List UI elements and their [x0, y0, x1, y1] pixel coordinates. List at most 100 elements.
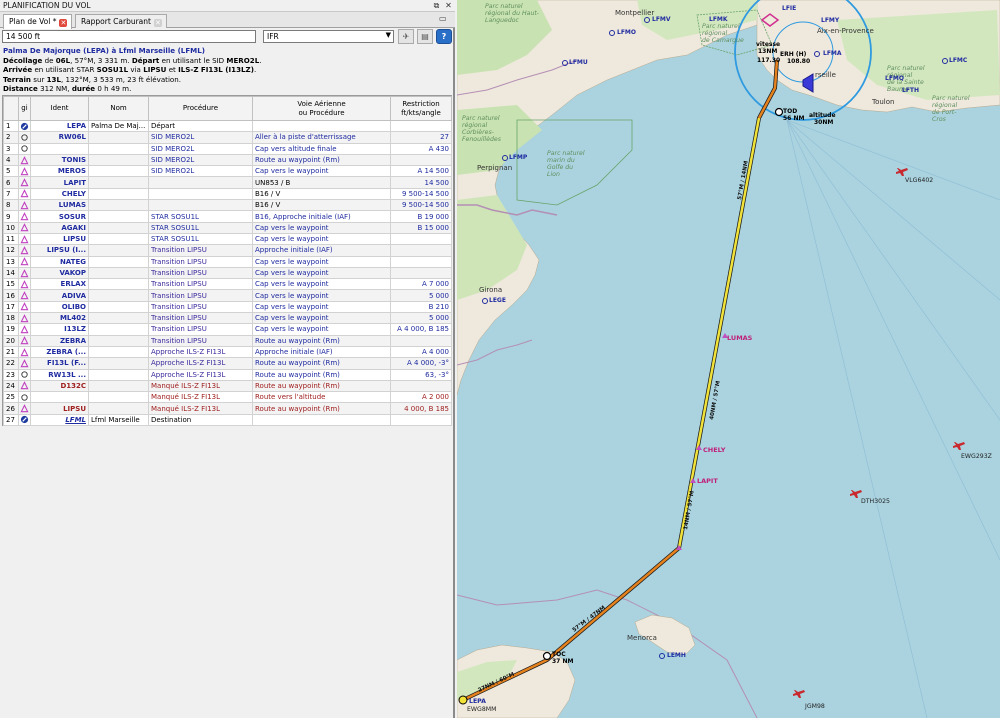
- waypoint-icon: [20, 302, 29, 311]
- row-number: 27: [3, 413, 19, 427]
- airport-lfmv[interactable]: LFMV: [652, 16, 671, 23]
- row-airway: B16 / V: [252, 199, 391, 212]
- airport-lfmk[interactable]: LFMK: [709, 16, 728, 23]
- row-procedure: [148, 176, 253, 189]
- table-row[interactable]: 9 SOSUR STAR SOSU1L B16, Approche initiale …: [3, 210, 452, 223]
- table-row[interactable]: 11 LIPSU STAR SOSU1L Cap vers le waypoint: [3, 232, 452, 246]
- table-row[interactable]: 16 ADIVA Transition LIPSU Cap vers le waypo…: [3, 289, 452, 302]
- col-header-ident[interactable]: Ident: [30, 96, 89, 121]
- row-name: [88, 165, 149, 178]
- row-restriction: A 2 000: [390, 391, 452, 404]
- help-icon[interactable]: ?: [436, 29, 452, 44]
- table-settings-icon[interactable]: ▤: [417, 29, 433, 44]
- table-row[interactable]: 7 CHELY B16 / V9 500-14 500: [3, 187, 452, 201]
- table-row[interactable]: 2 RW06L SID MERO2L Aller à la piste d'atter…: [3, 131, 452, 144]
- table-row[interactable]: 27 LFML Lfml Marseille Destination: [3, 413, 452, 427]
- table-row[interactable]: 13 NATEG Transition LIPSU Cap vers le waypo…: [3, 255, 452, 268]
- col-header-procedure[interactable]: Procédure: [148, 96, 253, 121]
- table-row[interactable]: 20 ZEBRA Transition LIPSU Route au waypoint…: [3, 334, 452, 347]
- chevron-down-icon: ▼: [385, 31, 391, 39]
- runway-details: , 57°M, 3 331 m.: [70, 55, 130, 65]
- row-ident: CHELY: [30, 187, 89, 201]
- table-row[interactable]: 12 LIPSU (I... Transition LIPSU Approche in…: [3, 244, 452, 257]
- row-restriction: B 15 000: [390, 221, 452, 234]
- row-procedure: Manqué ILS-Z FI13L: [148, 391, 253, 404]
- speed-marker-distance: 13NM: [758, 48, 777, 55]
- airport-lfth[interactable]: LFTH: [902, 87, 919, 94]
- row-restriction: 5 000: [390, 289, 452, 302]
- table-row[interactable]: 26 LIPSU Manqué ILS-Z FI13L Route au waypoi…: [3, 402, 452, 415]
- map-canvas[interactable]: LUMAS CHELY LAPIT 57°M / 14NM 57°M / 47N…: [456, 0, 1000, 718]
- cruise-altitude-input[interactable]: [2, 30, 256, 43]
- flight-plan-panel: PLANIFICATION DU VOL ⧉ ✕ Plan de Vol * ✕ …: [0, 0, 455, 718]
- flight-rules-select[interactable]: IFR ▼: [263, 30, 394, 43]
- row-name: [88, 357, 149, 370]
- takeoff-label: Décollage: [3, 55, 43, 65]
- row-number: 24: [3, 379, 19, 393]
- col-header-name[interactable]: Nom: [88, 96, 149, 121]
- airport-lfie[interactable]: LFIE: [782, 5, 796, 12]
- departure-airport-icon[interactable]: [458, 695, 468, 705]
- row-procedure: Transition LIPSU: [148, 255, 253, 268]
- row-number: 19: [3, 323, 19, 336]
- table-row[interactable]: 23 RW13L ... Approche ILS-Z FI13L Route au …: [3, 368, 452, 381]
- airport-lfmo[interactable]: LFMO: [617, 29, 636, 36]
- tod-marker-icon[interactable]: [774, 107, 784, 117]
- row-ident: RW06L: [30, 131, 89, 144]
- table-row[interactable]: 24 D132C Manqué ILS-Z FI13L Route au waypoi…: [3, 379, 452, 393]
- map-view[interactable]: LUMAS CHELY LAPIT 57°M / 14NM 57°M / 47N…: [456, 0, 1000, 718]
- airport-lfmu[interactable]: LFMU: [569, 59, 588, 66]
- airport-lfmy[interactable]: LFMY: [821, 17, 840, 24]
- tab-close-icon[interactable]: ✕: [153, 19, 162, 27]
- row-number: 15: [3, 278, 19, 291]
- tab-close-icon[interactable]: ✕: [59, 19, 68, 27]
- table-row[interactable]: 5 MEROS SID MERO2L Cap vers le waypoint A 14…: [3, 165, 452, 178]
- tab-fuel-report[interactable]: Rapport Carburant ✕: [75, 14, 167, 28]
- col-header-airway[interactable]: Voie Aérienne ou Procédure: [252, 96, 391, 121]
- row-restriction: 4 000, B 185: [390, 402, 452, 415]
- plane-icon[interactable]: ✈: [398, 29, 414, 44]
- place-girona: Girona: [479, 286, 502, 294]
- table-row[interactable]: 4 TONIS SID MERO2L Route au waypoint (Rm): [3, 153, 452, 167]
- airport-lfma[interactable]: LFMA: [823, 50, 842, 57]
- row-ident: ML402: [30, 312, 89, 325]
- airport-lemh[interactable]: LEMH: [667, 652, 686, 659]
- table-row[interactable]: 6 LAPIT UN853 / B 14 500: [3, 176, 452, 189]
- col-header-g[interactable]: gi: [18, 96, 31, 121]
- tab-menu-icon[interactable]: ▭: [439, 14, 449, 24]
- table-row[interactable]: 1 LEPA Palma De Maj... Départ: [3, 119, 452, 133]
- table-row[interactable]: 17 OLIBO Transition LIPSU Cap vers le waypo…: [3, 300, 452, 314]
- row-ident: LIPSU (I...: [30, 244, 89, 257]
- row-airway: Route au waypoint (Rm): [252, 334, 391, 347]
- airport-lfmq[interactable]: LFMQ: [885, 75, 904, 82]
- waypoint-icon: [20, 347, 29, 356]
- table-row[interactable]: 19 I13LZ Transition LIPSU Cap vers le waypo…: [3, 323, 452, 336]
- table-row[interactable]: 3 SID MERO2L Cap vers altitude finale A 430: [3, 142, 452, 155]
- row-type-cell: [18, 323, 31, 336]
- toc-marker-icon[interactable]: [542, 651, 552, 661]
- region-label-line: Parc naturel: [702, 22, 740, 30]
- table-row[interactable]: 15 ERLAX Transition LIPSU Cap vers le waypo…: [3, 278, 452, 291]
- float-icon[interactable]: ⧉: [432, 1, 441, 10]
- table-row[interactable]: 25 Manqué ILS-Z FI13L Route vers l'altitud…: [3, 391, 452, 404]
- airport-lege[interactable]: LEGE: [489, 297, 506, 304]
- col-header-number[interactable]: [3, 96, 19, 121]
- row-airway: Cap vers le waypoint: [252, 278, 391, 291]
- table-row[interactable]: 8 LUMAS B16 / V9 500-14 500: [3, 199, 452, 212]
- table-header-row: gi Ident Nom Procédure Voie Aérienne ou …: [3, 96, 452, 121]
- flight-plan-table[interactable]: gi Ident Nom Procédure Voie Aérienne ou …: [2, 95, 452, 427]
- close-icon[interactable]: ✕: [444, 1, 453, 10]
- tab-flight-plan[interactable]: Plan de Vol * ✕: [3, 14, 73, 29]
- table-row[interactable]: 21 ZEBRA (... Approche ILS-Z FI13L Approche…: [3, 345, 452, 359]
- table-row[interactable]: 18 ML402 Transition LIPSU Cap vers le waypo…: [3, 312, 452, 325]
- table-row[interactable]: 14 VAKOP Transition LIPSU Cap vers le waypo…: [3, 266, 452, 280]
- row-ident: LFML: [30, 413, 89, 427]
- table-row[interactable]: 22 FI13L (F... Approche ILS-Z FI13L Route a…: [3, 357, 452, 370]
- airport-lfmc[interactable]: LFMC: [949, 57, 968, 64]
- row-restriction: [390, 379, 452, 393]
- row-restriction: [390, 334, 452, 347]
- table-row[interactable]: 10 AGAKI STAR SOSU1L Cap vers le waypoint B …: [3, 221, 452, 234]
- row-procedure: Transition LIPSU: [148, 244, 253, 257]
- airport-lfmp[interactable]: LFMP: [509, 154, 528, 161]
- col-header-restriction[interactable]: Restriction ft/kts/angle: [390, 96, 452, 121]
